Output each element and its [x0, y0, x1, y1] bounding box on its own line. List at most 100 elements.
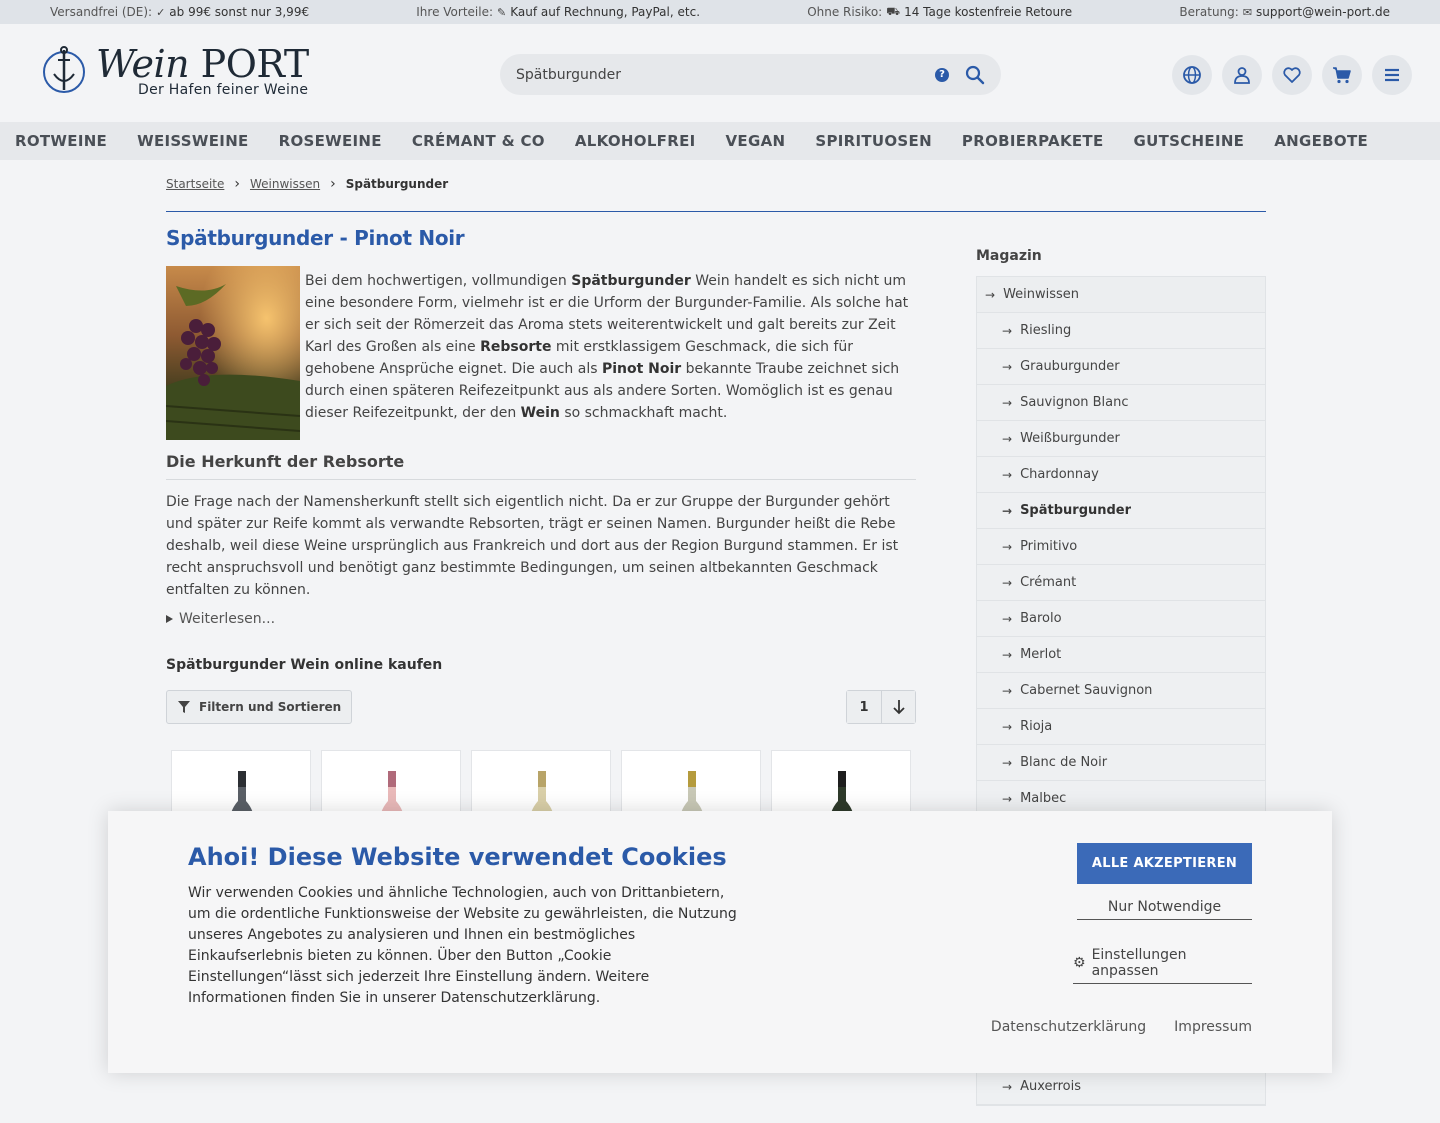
edit-icon: ✎	[497, 5, 507, 19]
sidebar-item[interactable]: → Sauvignon Blanc	[977, 385, 1265, 421]
sidebar-item[interactable]: → Crémant	[977, 565, 1265, 601]
sidebar-item[interactable]: → Weißburgunder	[977, 421, 1265, 457]
advice-info: Beratung: ✉ support@wein-port.de	[1179, 5, 1390, 19]
truck-icon: ⛟	[886, 4, 901, 18]
arrow-right-icon: →	[1002, 683, 1013, 698]
cart-button[interactable]	[1322, 55, 1362, 95]
accept-all-button[interactable]: ALLE AKZEPTIEREN	[1077, 843, 1252, 884]
risk-info: Ohne Risiko: ⛟ 14 Tage kostenfreie Retou…	[807, 5, 1072, 20]
sidebar-item-label: Blanc de Noir	[1020, 755, 1108, 770]
pagination: 1	[846, 690, 916, 724]
arrow-right-icon: →	[1002, 323, 1013, 338]
search-icon[interactable]	[965, 65, 985, 85]
hamburger-icon	[1385, 68, 1399, 82]
nav-cremant[interactable]: CRÉMANT & CO	[412, 132, 545, 150]
arrow-right-icon: →	[1002, 1079, 1013, 1094]
privacy-link[interactable]: Datenschutzerklärung	[991, 1019, 1146, 1035]
breadcrumb-home[interactable]: Startseite	[166, 177, 224, 191]
help-icon[interactable]: ?	[935, 67, 949, 82]
filter-sort-button[interactable]: Filtern und Sortieren	[166, 690, 353, 724]
sidebar-item-label: Malbec	[1020, 791, 1067, 806]
arrow-right-icon: →	[1002, 755, 1013, 770]
sidebar-item-label: Weißburgunder	[1020, 431, 1120, 446]
arrow-right-icon: →	[1002, 611, 1013, 626]
sidebar-item[interactable]: → Grauburgunder	[977, 349, 1265, 385]
risk-label: Ohne Risiko:	[807, 5, 883, 19]
sort-direction-button[interactable]	[881, 691, 915, 723]
sidebar-item-weinwissen[interactable]: → Weinwissen	[977, 277, 1265, 313]
sidebar-item[interactable]: → Riesling	[977, 313, 1265, 349]
cookie-text: Wir verwenden Cookies und ähnliche Techn…	[188, 885, 737, 1006]
sidebar-item[interactable]: → Spätburgunder	[977, 493, 1265, 529]
imprint-link[interactable]: Impressum	[1174, 1019, 1252, 1035]
arrow-right-icon: →	[985, 287, 996, 302]
cart-icon	[1333, 67, 1351, 84]
sidebar-title: Magazin	[976, 248, 1042, 264]
envelope-icon: ✉	[1242, 5, 1253, 19]
sidebar-item-label: Chardonnay	[1020, 467, 1099, 482]
account-button[interactable]	[1222, 55, 1262, 95]
logo-wordmark: Wein PORT	[96, 44, 309, 84]
check-icon: ✓	[156, 5, 166, 19]
nav-gutscheine[interactable]: GUTSCHEINE	[1134, 132, 1245, 150]
chevron-right-icon: ›	[330, 176, 336, 192]
cookie-links: Datenschutzerklärung Impressum	[991, 1019, 1252, 1035]
sidebar-item[interactable]: → Auxerrois	[977, 1069, 1265, 1105]
sidebar-item[interactable]: → Chardonnay	[977, 457, 1265, 493]
read-more-toggle[interactable]: Weiterlesen...	[166, 611, 916, 627]
breadcrumb-current: Spätburgunder	[345, 177, 449, 191]
filter-icon	[178, 701, 190, 713]
arrow-down-icon	[892, 700, 905, 715]
nav-rotweine[interactable]: ROTWEINE	[15, 132, 107, 150]
nav-vegan[interactable]: VEGAN	[726, 132, 786, 150]
wishlist-button[interactable]	[1272, 55, 1312, 95]
nav-probierpakete[interactable]: PROBIERPAKETE	[962, 132, 1104, 150]
shop-heading: Spätburgunder Wein online kaufen	[166, 657, 443, 673]
sidebar-item[interactable]: → Primitivo	[977, 529, 1265, 565]
arrow-right-icon: →	[1002, 359, 1013, 374]
sidebar-item-label: Rioja	[1020, 719, 1053, 734]
nav-angebote[interactable]: ANGEBOTE	[1274, 132, 1368, 150]
anchor-icon	[43, 46, 85, 93]
nav-weissweine[interactable]: WEISSWEINE	[137, 132, 248, 150]
divider	[166, 211, 1266, 212]
main-navigation: ROTWEINE WEISSWEINE ROSEWEINE CRÉMANT & …	[0, 122, 1440, 160]
nav-spirituosen[interactable]: SPIRITUOSEN	[815, 132, 932, 150]
sidebar-item[interactable]: → Cabernet Sauvignon	[977, 673, 1265, 709]
arrow-right-icon: →	[1002, 539, 1013, 554]
heart-icon	[1283, 67, 1301, 83]
sidebar-item-label: Sauvignon Blanc	[1020, 395, 1129, 410]
sidebar-item[interactable]: → Blanc de Noir	[977, 745, 1265, 781]
sidebar-item-label: Weinwissen	[1003, 287, 1080, 302]
menu-button[interactable]	[1372, 55, 1412, 95]
advice-label: Beratung:	[1179, 5, 1239, 19]
user-icon	[1234, 67, 1250, 84]
sidebar-item[interactable]: → Merlot	[977, 637, 1265, 673]
adjust-settings-button[interactable]: ⚙ Einstellungen anpassen	[1073, 947, 1252, 984]
arrow-right-icon: →	[1002, 467, 1013, 482]
nav-alkoholfrei[interactable]: ALKOHOLFREI	[575, 132, 696, 150]
read-more-label: Weiterlesen...	[179, 611, 276, 627]
origin-heading: Die Herkunft der Rebsorte	[166, 452, 916, 480]
search-input[interactable]	[516, 66, 935, 83]
arrow-right-icon: →	[1002, 395, 1013, 410]
sidebar-item[interactable]: → Rioja	[977, 709, 1265, 745]
cookie-title: Ahoi! Diese Website verwendet Cookies	[188, 843, 727, 871]
necessary-only-button[interactable]: Nur Notwendige	[1077, 899, 1252, 920]
intro-text: Bei dem hochwertigen, vollmundigen Spätb…	[305, 270, 916, 440]
advantages-label: Ihre Vorteile:	[416, 5, 494, 19]
intro-emphasis: Rebsorte	[480, 339, 552, 355]
shipping-text: ab 99€ sonst nur 3,99€	[169, 5, 310, 19]
page-number[interactable]: 1	[847, 691, 881, 723]
header-actions	[1172, 55, 1412, 95]
site-logo[interactable]: Wein PORT Der Hafen feiner Weine	[42, 44, 309, 98]
breadcrumb-parent[interactable]: Weinwissen	[250, 177, 320, 191]
sidebar-item[interactable]: → Barolo	[977, 601, 1265, 637]
chevron-right-icon: ›	[234, 176, 240, 192]
nav-roseweine[interactable]: ROSEWEINE	[279, 132, 382, 150]
listing-toolbar: Filtern und Sortieren 1	[166, 690, 916, 724]
logo-tagline: Der Hafen feiner Weine	[138, 82, 309, 98]
language-button[interactable]	[1172, 55, 1212, 95]
support-email-link[interactable]: support@wein-port.de	[1256, 5, 1390, 19]
arrow-right-icon: →	[1002, 791, 1013, 806]
